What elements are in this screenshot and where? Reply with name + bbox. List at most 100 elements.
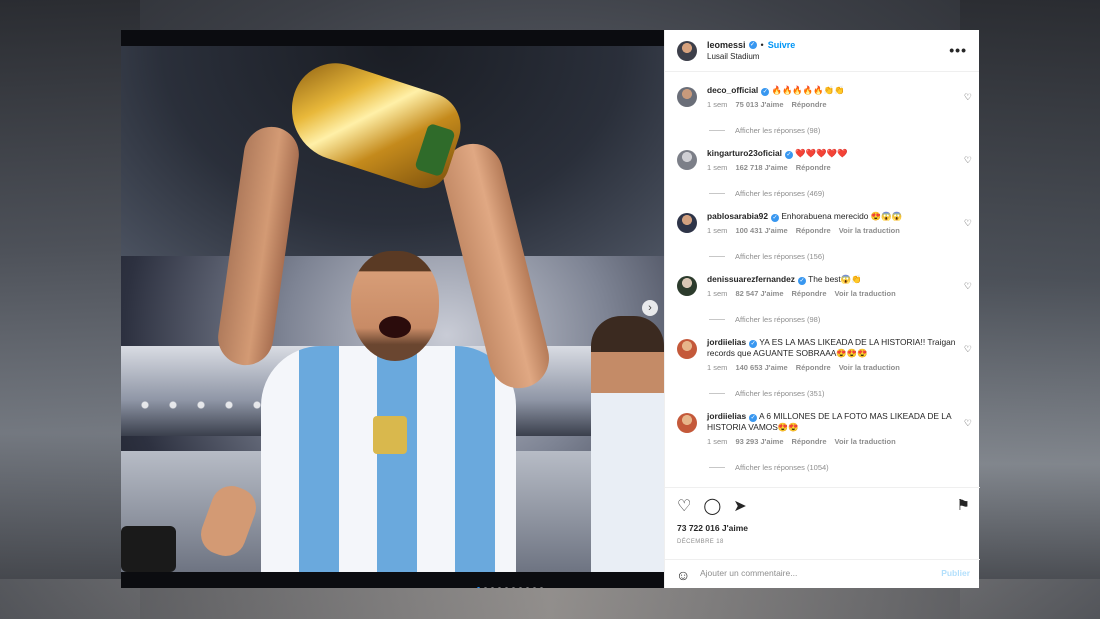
comment-username[interactable]: jordiielias	[707, 337, 746, 347]
comment-like-heart-icon[interactable]: ♡	[964, 418, 972, 429]
more-options-icon[interactable]: •••	[949, 42, 967, 58]
author-username[interactable]: leomessi	[707, 40, 746, 50]
post-side-panel: leomessi ✓ • Suivre Lusail Stadium ••• d…	[664, 30, 980, 588]
comment-time[interactable]: 1 sem	[707, 225, 727, 236]
view-replies-button[interactable]: Afficher les réponses (469)	[709, 189, 825, 198]
reply-button[interactable]: Répondre	[796, 362, 831, 373]
teammate-figure	[591, 316, 664, 572]
translate-button[interactable]: Voir la traduction	[835, 288, 896, 299]
reply-button[interactable]: Répondre	[792, 99, 827, 110]
reply-button[interactable]: Répondre	[792, 436, 827, 447]
view-replies-button[interactable]: Afficher les réponses (351)	[709, 389, 825, 398]
comment-username[interactable]: pablosarabia92	[707, 211, 768, 221]
comment-item: pablosarabia92 ✓ Enhorabuena merecido 😍😱😱…	[665, 206, 980, 266]
emoji-icon[interactable]: ☺	[676, 567, 690, 583]
verified-badge-icon: ✓	[784, 151, 793, 159]
like-heart-icon[interactable]: ♡	[677, 496, 691, 516]
bookmark-icon[interactable]: ⚑	[957, 496, 970, 514]
view-replies-label: Afficher les réponses (1054)	[735, 463, 829, 472]
post-photo[interactable]	[121, 30, 664, 588]
carousel-dot-active	[477, 587, 480, 588]
carousel-dot	[491, 587, 494, 588]
comment-avatar[interactable]	[677, 276, 697, 296]
comment-like-heart-icon[interactable]: ♡	[964, 92, 972, 103]
comment-input[interactable]: Ajouter un commentaire...	[700, 568, 797, 578]
comment-avatar[interactable]	[677, 87, 697, 107]
carousel-dot	[505, 587, 508, 588]
comment-time[interactable]: 1 sem	[707, 288, 727, 299]
follow-button[interactable]: Suivre	[768, 40, 796, 50]
comment-text: The best😱👏	[808, 274, 862, 284]
verified-badge-icon: ✓	[797, 277, 806, 285]
view-replies-button[interactable]: Afficher les réponses (98)	[709, 126, 820, 135]
comment-like-heart-icon[interactable]: ♡	[964, 155, 972, 166]
comment-likes[interactable]: 100 431 J'aime	[735, 225, 787, 236]
publish-button[interactable]: Publier	[941, 568, 970, 578]
comment-item: jordiielias ✓ A 6 MILLONES DE LA FOTO MAS…	[665, 406, 980, 480]
view-replies-label: Afficher les réponses (469)	[735, 189, 825, 198]
post-actions: ♡ ◯ ➤ ⚑ 73 722 016 J'aime DÉCEMBRE 18 ☺ …	[665, 487, 980, 588]
carousel-dot	[519, 587, 522, 588]
reply-button[interactable]: Répondre	[796, 162, 831, 173]
player-mouth	[379, 316, 411, 338]
comment-time[interactable]: 1 sem	[707, 99, 727, 110]
comment-time[interactable]: 1 sem	[707, 436, 727, 447]
jersey	[261, 346, 516, 572]
reply-button[interactable]: Répondre	[792, 288, 827, 299]
comment-text: 🔥🔥🔥🔥🔥👏👏	[771, 85, 845, 95]
verified-badge-icon: ✓	[761, 88, 770, 96]
comment-username[interactable]: deco_official	[707, 85, 758, 95]
post-date: DÉCEMBRE 18	[677, 539, 724, 545]
comment-username[interactable]: jordiielias	[707, 411, 746, 421]
view-replies-label: Afficher les réponses (98)	[735, 126, 821, 135]
view-replies-button[interactable]: Afficher les réponses (156)	[709, 252, 825, 261]
comment-like-heart-icon[interactable]: ♡	[964, 281, 972, 292]
carousel-dot	[526, 587, 529, 588]
post-location[interactable]: Lusail Stadium	[707, 52, 795, 61]
author-avatar[interactable]	[677, 40, 697, 61]
comment-icon[interactable]: ◯	[703, 496, 721, 516]
verified-badge-icon: ✓	[748, 41, 757, 49]
comment-likes[interactable]: 140 653 J'aime	[735, 362, 787, 373]
likes-count[interactable]: 73 722 016 J'aime	[677, 523, 748, 533]
comment-item: jordiielias ✓ YA ES LA MAS LIKEADA DE LA …	[665, 332, 980, 406]
add-comment-bar: ☺ Ajouter un commentaire... Publier	[665, 559, 980, 589]
reply-button[interactable]: Répondre	[796, 225, 831, 236]
player-head	[351, 251, 439, 361]
verified-badge-icon: ✓	[749, 340, 758, 348]
view-replies-button[interactable]: Afficher les réponses (1054)	[709, 463, 829, 472]
comment-likes[interactable]: 93 293 J'aime	[735, 436, 783, 447]
comment-username[interactable]: kingarturo23oficial	[707, 148, 782, 158]
carousel-dot	[484, 587, 487, 588]
view-replies-button[interactable]: Afficher les réponses (98)	[709, 315, 820, 324]
verified-badge-icon: ✓	[749, 414, 758, 422]
background-blur-left	[0, 0, 140, 619]
carousel-dot	[533, 587, 536, 588]
comment-avatar[interactable]	[677, 413, 697, 433]
comment-avatar[interactable]	[677, 339, 697, 359]
comment-item: kingarturo23oficial ✓ ❤️❤️❤️❤️❤️ 1 sem 16…	[665, 143, 980, 203]
translate-button[interactable]: Voir la traduction	[835, 436, 896, 447]
chevron-right-icon: ›	[648, 302, 652, 314]
background-blur-right	[960, 0, 1100, 619]
comment-avatar[interactable]	[677, 150, 697, 170]
share-icon[interactable]: ➤	[733, 496, 746, 516]
comment-text: Enhorabuena merecido 😍😱😱	[781, 211, 902, 221]
comment-time[interactable]: 1 sem	[707, 362, 727, 373]
comment-username[interactable]: denissuarezfernandez	[707, 274, 795, 284]
jersey-badge	[373, 416, 407, 454]
next-slide-button[interactable]: ›	[642, 300, 658, 316]
comment-like-heart-icon[interactable]: ♡	[964, 344, 972, 355]
carousel-dot	[512, 587, 515, 588]
comment-likes[interactable]: 75 013 J'aime	[735, 99, 783, 110]
comment-likes[interactable]: 82 547 J'aime	[735, 288, 783, 299]
comment-likes[interactable]: 162 718 J'aime	[735, 162, 787, 173]
translate-button[interactable]: Voir la traduction	[839, 362, 900, 373]
fan-phone	[121, 526, 176, 572]
comment-avatar[interactable]	[677, 213, 697, 233]
carousel-dot	[498, 587, 501, 588]
photo-scene	[121, 46, 664, 572]
translate-button[interactable]: Voir la traduction	[839, 225, 900, 236]
comment-time[interactable]: 1 sem	[707, 162, 727, 173]
comment-like-heart-icon[interactable]: ♡	[964, 218, 972, 229]
